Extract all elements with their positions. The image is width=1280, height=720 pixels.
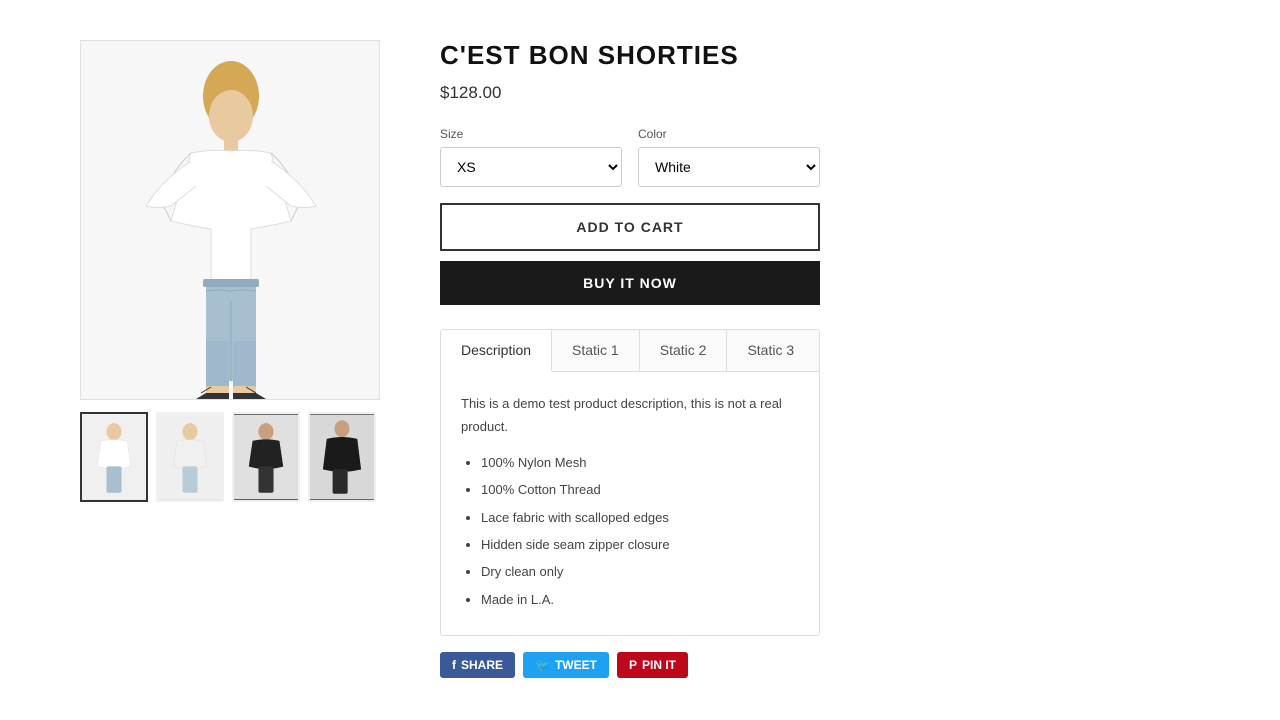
share-twitter-button[interactable]: 🐦 TWEET bbox=[523, 652, 609, 678]
twitter-icon: 🐦 bbox=[535, 658, 550, 672]
color-label: Color bbox=[638, 127, 820, 141]
feature-5: Dry clean only bbox=[481, 560, 799, 583]
tab-static2[interactable]: Static 2 bbox=[640, 330, 728, 371]
feature-3: Lace fabric with scalloped edges bbox=[481, 506, 799, 529]
size-select[interactable]: XS S M L XL bbox=[440, 147, 622, 187]
add-to-cart-button[interactable]: ADD TO CART bbox=[440, 203, 820, 251]
thumbnail-2[interactable] bbox=[156, 412, 224, 502]
thumbnail-image-1 bbox=[82, 414, 146, 500]
product-title: C'EST BON SHORTIES bbox=[440, 40, 820, 71]
pinterest-icon: P bbox=[629, 658, 637, 672]
thumbnail-image-4 bbox=[310, 414, 374, 500]
left-column bbox=[80, 40, 380, 502]
social-share: f SHARE 🐦 TWEET P PIN IT bbox=[440, 652, 820, 678]
feature-6: Made in L.A. bbox=[481, 588, 799, 611]
features-list: 100% Nylon Mesh 100% Cotton Thread Lace … bbox=[461, 451, 799, 611]
tabs-container: Description Static 1 Static 2 Static 3 T… bbox=[440, 329, 820, 636]
twitter-label: TWEET bbox=[555, 658, 597, 672]
product-price: $128.00 bbox=[440, 83, 820, 103]
thumbnail-image-3 bbox=[234, 414, 298, 500]
facebook-icon: f bbox=[452, 658, 456, 672]
tabs-header: Description Static 1 Static 2 Static 3 bbox=[441, 330, 819, 372]
thumbnails-row bbox=[80, 412, 380, 502]
tab-content: This is a demo test product description,… bbox=[441, 372, 819, 635]
feature-1: 100% Nylon Mesh bbox=[481, 451, 799, 474]
right-column: C'EST BON SHORTIES $128.00 Size XS S M L… bbox=[440, 40, 820, 678]
size-option-group: Size XS S M L XL bbox=[440, 127, 622, 187]
size-label: Size bbox=[440, 127, 622, 141]
tab-description[interactable]: Description bbox=[441, 330, 552, 372]
tab-static1[interactable]: Static 1 bbox=[552, 330, 640, 371]
options-row: Size XS S M L XL Color White Black Nude bbox=[440, 127, 820, 187]
thumbnail-3[interactable] bbox=[232, 412, 300, 502]
main-product-image bbox=[80, 40, 380, 400]
facebook-label: SHARE bbox=[461, 658, 503, 672]
share-facebook-button[interactable]: f SHARE bbox=[440, 652, 515, 678]
main-image-placeholder bbox=[81, 41, 379, 399]
thumbnail-1[interactable] bbox=[80, 412, 148, 502]
description-intro: This is a demo test product description,… bbox=[461, 392, 799, 439]
page-container: C'EST BON SHORTIES $128.00 Size XS S M L… bbox=[0, 0, 1280, 718]
thumbnail-image-2 bbox=[158, 414, 222, 500]
color-option-group: Color White Black Nude bbox=[638, 127, 820, 187]
share-pinterest-button[interactable]: P PIN IT bbox=[617, 652, 688, 678]
buy-now-button[interactable]: BUY IT NOW bbox=[440, 261, 820, 305]
product-image-svg bbox=[81, 41, 380, 400]
feature-4: Hidden side seam zipper closure bbox=[481, 533, 799, 556]
color-select[interactable]: White Black Nude bbox=[638, 147, 820, 187]
thumbnail-4[interactable] bbox=[308, 412, 376, 502]
pinterest-label: PIN IT bbox=[642, 658, 676, 672]
feature-2: 100% Cotton Thread bbox=[481, 478, 799, 501]
tab-static3[interactable]: Static 3 bbox=[727, 330, 814, 371]
